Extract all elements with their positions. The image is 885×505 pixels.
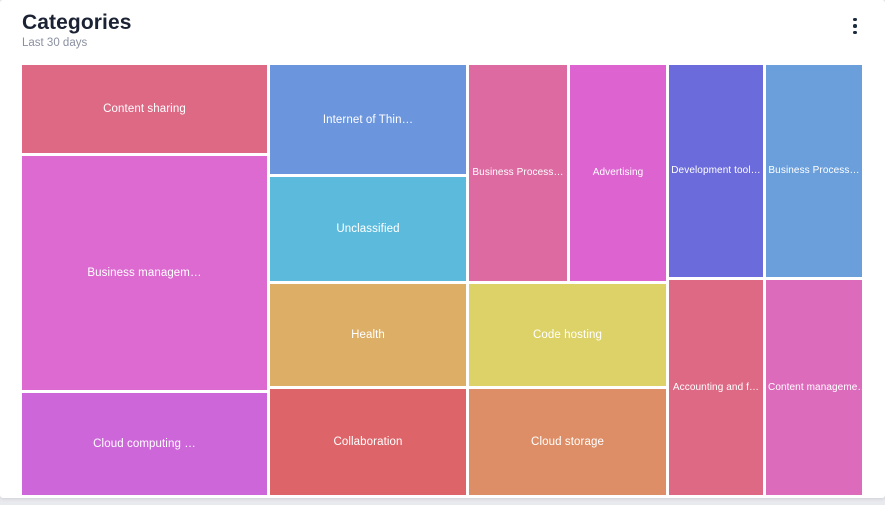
treemap-tile-label: Collaboration: [333, 436, 403, 448]
treemap-tile-label: Advertising: [592, 167, 644, 178]
treemap-tile[interactable]: Advertising: [570, 65, 666, 281]
treemap-tile[interactable]: Accounting and f…: [669, 280, 763, 495]
categories-card: Categories Last 30 days Content sharing B…: [0, 0, 885, 498]
treemap-tile-label: Internet of Thin…: [322, 113, 414, 126]
screen: Categories Last 30 days Content sharing B…: [0, 0, 885, 505]
treemap-tile-label: Development tool…: [671, 165, 761, 176]
menu-dot: [853, 30, 857, 35]
treemap-tile[interactable]: Content sharing: [22, 65, 267, 153]
treemap-tile[interactable]: Business Process…: [469, 65, 567, 281]
treemap-tile[interactable]: Business managem…: [22, 156, 267, 390]
treemap-tile[interactable]: Development tool…: [669, 65, 763, 277]
treemap-tile[interactable]: Collaboration: [270, 389, 466, 495]
treemap-tile[interactable]: Internet of Thin…: [270, 65, 466, 174]
treemap-tile-label: Cloud computing …: [93, 438, 196, 450]
treemap-tile[interactable]: Cloud computing …: [22, 393, 267, 495]
treemap-tile[interactable]: Unclassified: [270, 177, 466, 281]
treemap-tile[interactable]: Health: [270, 284, 466, 386]
treemap-tile[interactable]: Business Process…: [766, 65, 862, 277]
treemap-tile-label: Unclassified: [336, 223, 400, 235]
card-subtitle: Last 30 days: [22, 37, 88, 49]
treemap-tile-label: Business Process…: [768, 165, 860, 176]
menu-dot: [853, 24, 857, 28]
treemap-tile-label: Content sharing: [103, 103, 186, 115]
treemap-tile-label: Code hosting: [533, 329, 602, 341]
treemap-tile[interactable]: Cloud storage: [469, 389, 666, 495]
more-vertical-icon[interactable]: [843, 12, 867, 40]
treemap-tile-label: Content manageme…: [768, 381, 862, 393]
treemap-tile-label: Business managem…: [87, 267, 202, 279]
treemap-tile-label: Cloud storage: [531, 436, 604, 448]
treemap-tile-label: Business Process…: [472, 167, 564, 178]
card-header: Categories Last 30 days: [22, 10, 863, 54]
treemap-tile[interactable]: Content manageme…: [766, 280, 862, 495]
menu-dot: [853, 17, 857, 22]
treemap-chart: Content sharing Business managem… Cloud co…: [22, 65, 862, 495]
treemap-tile-label: Health: [351, 329, 385, 341]
page-title: Categories: [22, 11, 132, 34]
treemap-tile[interactable]: Code hosting: [469, 284, 666, 386]
treemap-tile-label: Accounting and f…: [672, 381, 760, 393]
